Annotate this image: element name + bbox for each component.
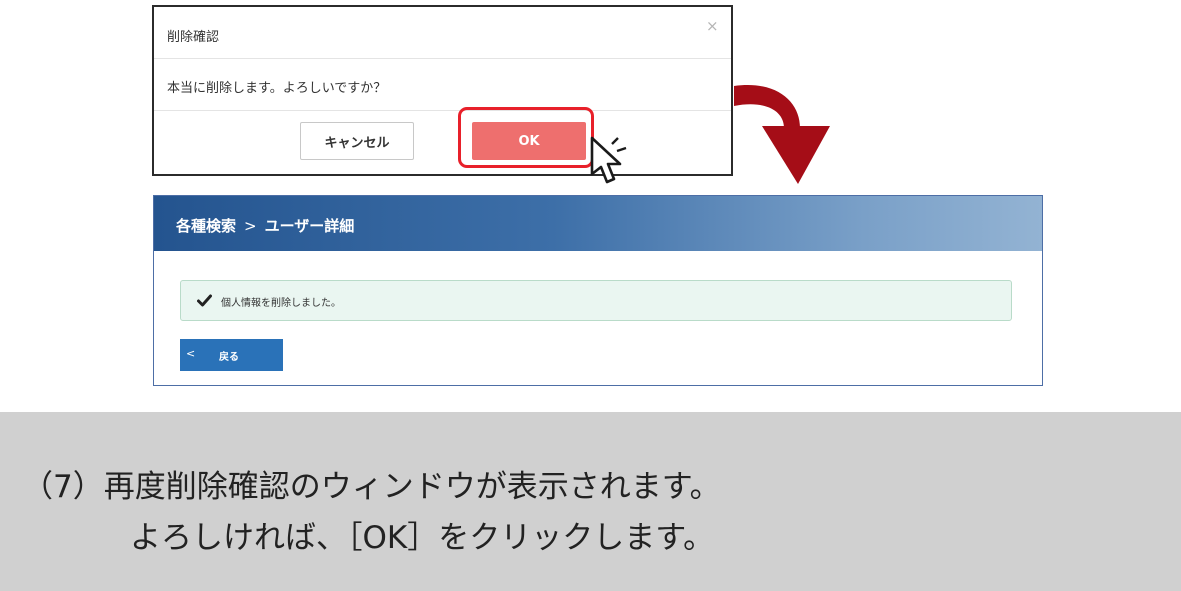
user-detail-panel: 各種検索 > ユーザー詳細 個人情報を削除しました。 < 戻る xyxy=(153,195,1043,386)
back-button[interactable]: < 戻る xyxy=(180,339,283,371)
dialog-divider xyxy=(154,110,731,111)
pointer-cursor-icon xyxy=(590,136,627,184)
close-icon[interactable]: × xyxy=(706,19,719,34)
chevron-left-icon: < xyxy=(186,347,196,360)
panel-header: 各種検索 > ユーザー詳細 xyxy=(154,196,1042,251)
instruction-line-2: よろしければ、［OK］をクリックします。 xyxy=(130,520,715,556)
back-button-label: 戻る xyxy=(219,352,239,363)
dialog-title: 削除確認 xyxy=(167,30,220,45)
success-alert: 個人情報を削除しました。 xyxy=(180,280,1012,321)
breadcrumb-item-search[interactable]: 各種検索 xyxy=(176,217,236,235)
instruction-line-1: （7）再度削除確認のウィンドウが表示されます。 xyxy=(22,469,721,505)
delete-confirm-dialog: 削除確認 × 本当に削除します。よろしいですか？ キャンセル OK xyxy=(152,5,733,176)
check-icon xyxy=(197,294,212,307)
dialog-message: 本当に削除します。よろしいですか？ xyxy=(167,81,387,96)
breadcrumb: 各種検索 > ユーザー詳細 xyxy=(176,215,354,236)
breadcrumb-separator-icon: > xyxy=(244,216,257,235)
curved-arrow-icon xyxy=(734,85,830,184)
ok-button[interactable]: OK xyxy=(472,122,586,160)
instruction-area: （7）再度削除確認のウィンドウが表示されます。 よろしければ、［OK］をクリック… xyxy=(0,412,1181,591)
breadcrumb-item-user-detail: ユーザー詳細 xyxy=(264,217,355,235)
alert-message: 個人情報を削除しました。 xyxy=(221,298,341,309)
dialog-divider xyxy=(154,58,731,59)
cancel-button[interactable]: キャンセル xyxy=(300,122,414,160)
